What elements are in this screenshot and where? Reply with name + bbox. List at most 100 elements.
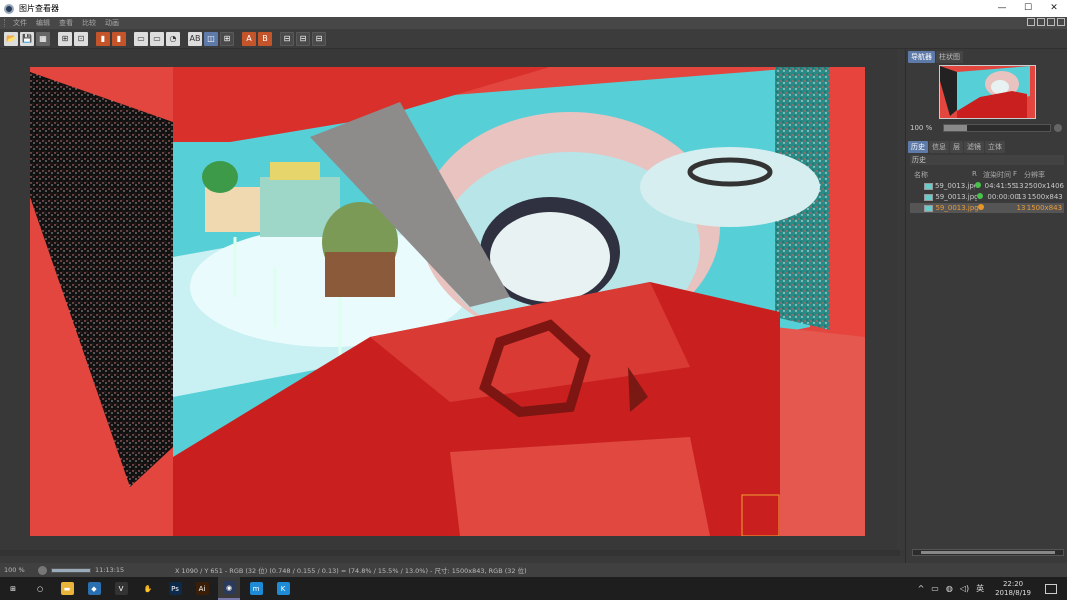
history-status xyxy=(977,193,987,201)
taskbar-app-k-button[interactable]: K xyxy=(272,577,294,600)
tab-filters[interactable]: 滤镜 xyxy=(964,141,984,153)
history-frame: 13 xyxy=(1014,182,1024,190)
window-title: 图片查看器 xyxy=(19,4,59,13)
taskbar-photoshop-button[interactable]: Ps xyxy=(164,577,186,600)
tab-history[interactable]: 历史 xyxy=(908,141,928,153)
col-name[interactable]: 名称 xyxy=(910,170,972,179)
history-header: 历史 xyxy=(910,155,1064,165)
notification-icon[interactable] xyxy=(1045,583,1057,594)
taskbar-search-button[interactable]: ○ xyxy=(29,577,51,600)
maximize-button[interactable]: ☐ xyxy=(1015,0,1041,17)
history-status xyxy=(978,204,988,212)
clock[interactable]: 22:20 2018/8/19 xyxy=(995,580,1031,598)
system-tray: ^ ▭ ◍ ◁) 英 22:20 2018/8/19 xyxy=(918,577,1067,600)
history-row[interactable]: 59_0013.jpg 13 1500x843 xyxy=(910,203,1064,213)
zoom-fit-button[interactable]: ⊡ xyxy=(74,31,88,46)
taskbar-cinema4d-button[interactable]: ◉ xyxy=(218,577,240,600)
zoom-knob-icon[interactable] xyxy=(38,565,47,575)
tray-volume-icon[interactable]: ◁) xyxy=(960,584,969,593)
app-blue-icon: ◆ xyxy=(87,582,101,595)
col-r[interactable]: R xyxy=(972,170,983,179)
tab-histogram[interactable]: 柱状图 xyxy=(936,51,963,63)
image-viewer[interactable] xyxy=(0,49,905,556)
layer-a-button[interactable]: ▮ xyxy=(96,31,110,46)
menu-file[interactable]: 文件 xyxy=(13,18,27,28)
history-scrollbar[interactable] xyxy=(912,549,1064,556)
history-thumbnail xyxy=(924,193,934,201)
menu-view[interactable]: 查看 xyxy=(59,18,73,28)
col-resolution[interactable]: 分辨率 xyxy=(1024,170,1064,179)
channel-b-button[interactable]: B xyxy=(258,31,272,46)
save-button[interactable]: 💾 xyxy=(20,31,34,46)
history-filename: 59_0013.jpg xyxy=(935,204,979,212)
taskbar-app-hand-button[interactable]: ✋ xyxy=(137,577,159,600)
app-v-icon: V xyxy=(114,582,128,595)
history-thumbnail xyxy=(924,182,933,190)
col-frame[interactable]: F xyxy=(1013,170,1024,179)
minimize-button[interactable]: — xyxy=(989,0,1015,17)
tray-network-icon[interactable]: ◍ xyxy=(946,584,953,593)
layer-b-button[interactable]: ▮ xyxy=(112,31,126,46)
compare-grid-button[interactable]: ⊞ xyxy=(220,31,234,46)
history-columns: 名称 R 渲染时间 F 分辨率 xyxy=(910,170,1064,179)
menu-animation[interactable]: 动画 xyxy=(105,18,119,28)
tile-1-button[interactable]: ⊟ xyxy=(280,31,294,46)
taskbar-app-v-button[interactable]: V xyxy=(110,577,132,600)
history-tabs: 历史 信息 层 滤镜 立体 xyxy=(906,139,1067,153)
menu-grip-icon xyxy=(4,19,9,27)
render-image-graphic xyxy=(30,67,865,536)
vertical-scrollbar[interactable] xyxy=(897,49,905,550)
cinema4d-icon: ◉ xyxy=(222,581,236,594)
illustrator-icon: Ai xyxy=(195,582,209,595)
navigator-zoom-knob-icon[interactable] xyxy=(1054,124,1062,132)
tile-3-button[interactable]: ⊟ xyxy=(312,31,326,46)
open-file-button[interactable]: 📂 xyxy=(4,31,18,46)
history-row[interactable]: 59_0013.jpg 00:00:00 13 1500x843 xyxy=(910,192,1064,202)
render-image[interactable] xyxy=(30,67,865,536)
status-zoom[interactable]: 100 % xyxy=(0,566,38,574)
tab-navigator[interactable]: 导航器 xyxy=(908,51,935,63)
app-k-icon: K xyxy=(276,582,290,595)
tab-layers[interactable]: 层 xyxy=(950,141,963,153)
region-button[interactable]: ⊞ xyxy=(58,31,72,46)
view-1-button[interactable]: ▭ xyxy=(134,31,148,46)
history-row[interactable]: 59_0013.jpg 04:41:55 13 2500x1406 xyxy=(910,181,1064,191)
tile-2-button[interactable]: ⊟ xyxy=(296,31,310,46)
history-thumbnail xyxy=(924,204,934,212)
col-render-time[interactable]: 渲染时间 xyxy=(983,170,1013,179)
move-icon[interactable] xyxy=(1047,18,1055,26)
compare-split-button[interactable]: ◫ xyxy=(204,31,218,46)
start-icon: ⊞ xyxy=(6,582,20,595)
pin-icon[interactable] xyxy=(1057,18,1065,26)
horizontal-scrollbar[interactable] xyxy=(0,550,900,556)
search-icon: ○ xyxy=(33,582,47,595)
taskbar: ⊞ ○ ▬ ◆ V ✋ Ps Ai ◉ m K ^ ▭ ◍ ◁) 英 22:20 2018/8/19 xyxy=(0,577,1067,600)
tray-ime-icon[interactable]: 英 xyxy=(976,583,984,594)
pixel-info: X 1090 / Y 651 - RGB (32 位) (0.748 / 0.1… xyxy=(175,567,527,575)
compare-ab-button[interactable]: AB xyxy=(188,31,202,46)
layout-split-icon[interactable] xyxy=(1027,18,1035,26)
navigator-zoom-slider[interactable] xyxy=(943,124,1051,132)
menu-edit[interactable]: 编辑 xyxy=(36,18,50,28)
file-explorer-icon: ▬ xyxy=(60,582,74,595)
taskbar-illustrator-button[interactable]: Ai xyxy=(191,577,213,600)
tray-battery-icon[interactable]: ▭ xyxy=(931,584,939,593)
taskbar-file-explorer-button[interactable]: ▬ xyxy=(56,577,78,600)
taskbar-app-blue-button[interactable]: ◆ xyxy=(83,577,105,600)
close-button[interactable]: ✕ xyxy=(1041,0,1067,17)
tray-chevron-icon[interactable]: ^ xyxy=(918,584,925,593)
taskbar-start-button[interactable]: ⊞ xyxy=(2,577,24,600)
tab-stereo[interactable]: 立体 xyxy=(985,141,1005,153)
view-3-button[interactable]: ◔ xyxy=(166,31,180,46)
tab-info[interactable]: 信息 xyxy=(929,141,949,153)
layout-single-icon[interactable] xyxy=(1037,18,1045,26)
navigator-thumbnail[interactable] xyxy=(939,65,1036,119)
view-2-button[interactable]: ▭ xyxy=(150,31,164,46)
history-status xyxy=(975,182,985,190)
menu-compare[interactable]: 比较 xyxy=(82,18,96,28)
render-button[interactable]: ▦ xyxy=(36,31,50,46)
taskbar-app-m-button[interactable]: m xyxy=(245,577,267,600)
channel-a-button[interactable]: A xyxy=(242,31,256,46)
render-progress xyxy=(51,567,91,573)
photoshop-icon: Ps xyxy=(168,582,182,595)
